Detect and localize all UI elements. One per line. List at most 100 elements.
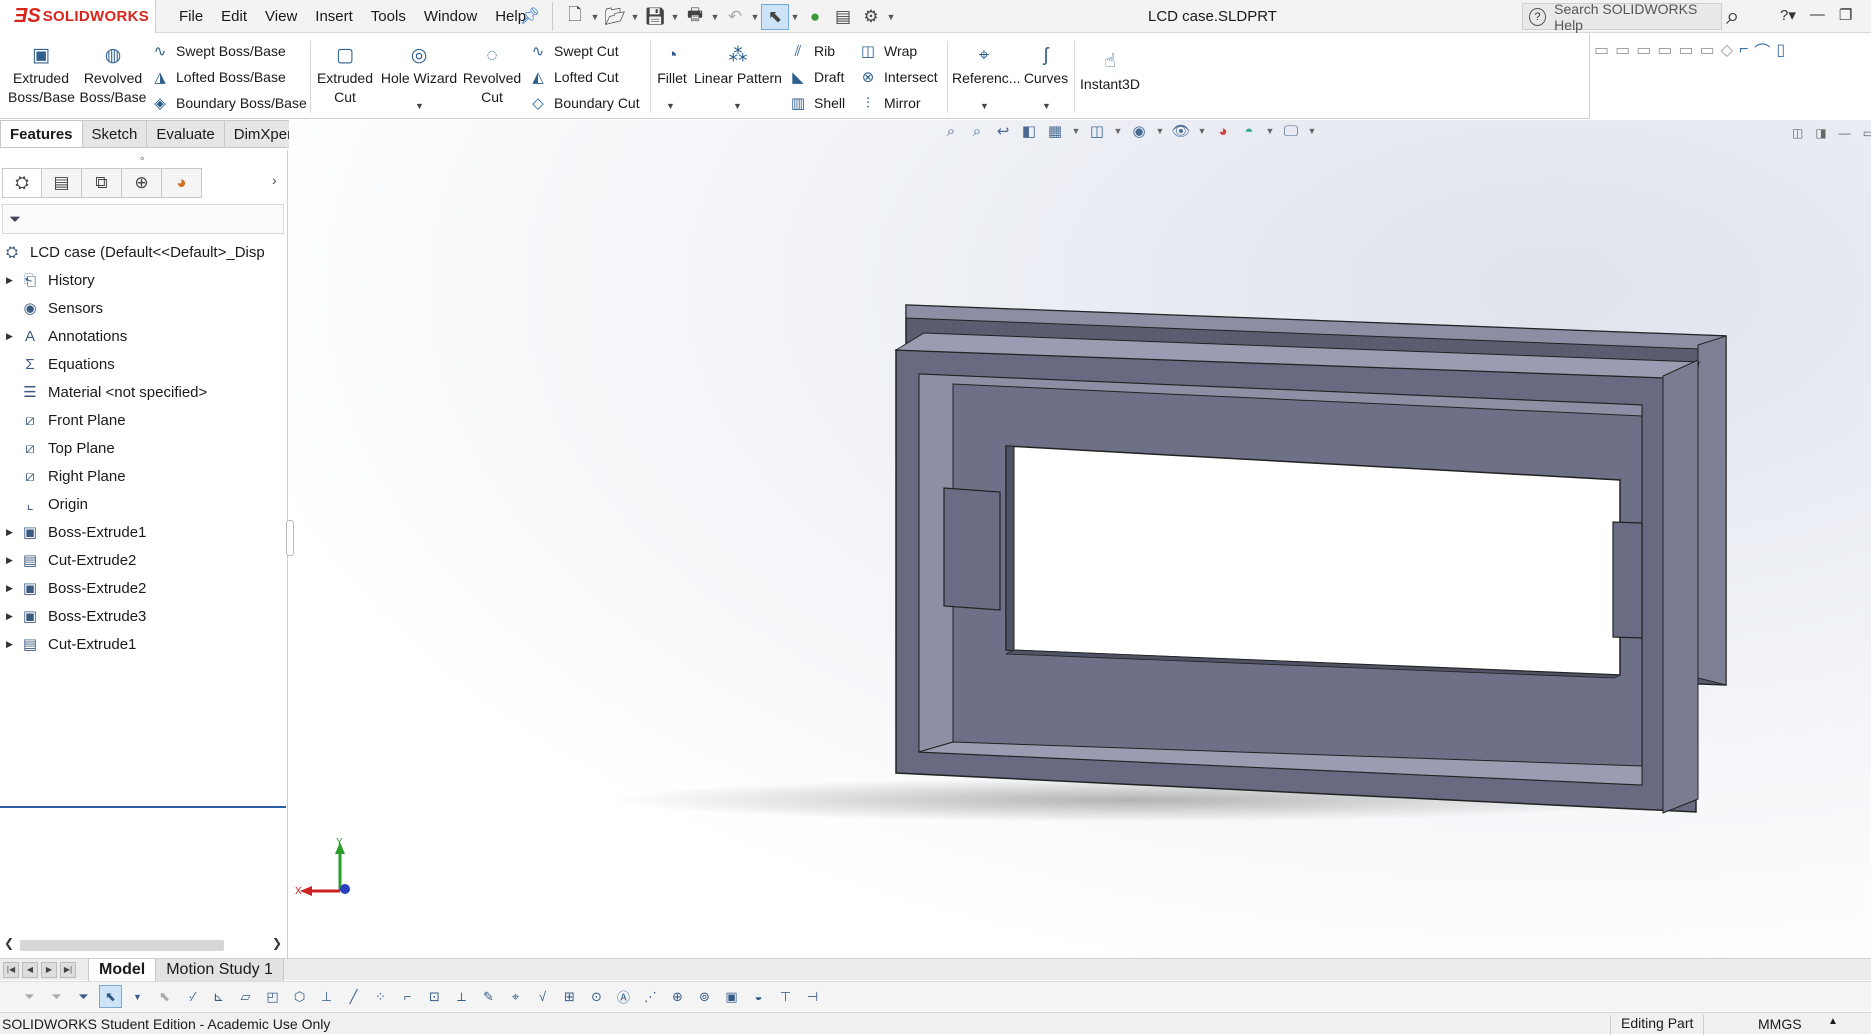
- tab-sketch[interactable]: Sketch: [82, 120, 148, 148]
- unit-system[interactable]: MMGS: [1758, 1016, 1802, 1032]
- tab-evaluate[interactable]: Evaluate: [147, 120, 225, 148]
- scene-dropdown-icon[interactable]: ▼: [1264, 126, 1276, 136]
- extruded-cut-button[interactable]: ▢ Extruded Cut: [316, 43, 374, 107]
- extruded-boss-button[interactable]: ▣ Extruded Boss/Base: [8, 43, 75, 107]
- linear-pattern-dropdown-icon[interactable]: ▼: [733, 101, 742, 111]
- tree-item-history[interactable]: ▶ ⎗ History: [0, 266, 288, 294]
- rib-button[interactable]: ⫽ Rib: [788, 39, 835, 63]
- viewport-split-icon[interactable]: ◫: [1792, 126, 1803, 140]
- rollback-bar[interactable]: [0, 806, 286, 808]
- view-settings-dropdown-icon[interactable]: ▼: [1306, 126, 1318, 136]
- filter-sketch-segments-icon[interactable]: ⌐: [396, 985, 419, 1008]
- swept-cut-button[interactable]: ∿ Swept Cut: [528, 39, 619, 63]
- hole-wizard-dropdown-icon[interactable]: ▼: [415, 101, 424, 111]
- undo-dropdown-icon[interactable]: ▼: [749, 12, 761, 22]
- orientation-dropdown-icon[interactable]: ▼: [1112, 126, 1124, 136]
- revolved-boss-button[interactable]: ◍ Revolved Boss/Base: [78, 43, 148, 107]
- viewport-minimize-icon[interactable]: —: [1839, 126, 1851, 140]
- menu-insert[interactable]: Insert: [306, 8, 362, 25]
- propertymanager-tab-icon[interactable]: ▤: [42, 168, 82, 198]
- display-dropdown-icon[interactable]: ▼: [1154, 126, 1166, 136]
- view-right-icon[interactable]: ▭: [1657, 40, 1672, 60]
- sketch-line-icon[interactable]: ⌐: [1739, 41, 1748, 59]
- menu-edit[interactable]: Edit: [212, 8, 256, 25]
- tree-item-sensors[interactable]: ◉ Sensors: [0, 294, 288, 322]
- panel-grip-icon[interactable]: ⚬: [138, 154, 146, 165]
- featuremanager-tab-icon[interactable]: ⛭: [2, 168, 42, 198]
- tree-item-top-plane[interactable]: ⧄ Top Plane: [0, 434, 288, 462]
- panel-splitter-handle[interactable]: [286, 520, 294, 556]
- filter-dimensions-icon[interactable]: ⟂: [450, 985, 473, 1008]
- fillet-button[interactable]: ◔ Fillet: [654, 43, 690, 88]
- dimxpertmanager-tab-icon[interactable]: ⊕: [122, 168, 162, 198]
- expand-arrow-icon[interactable]: ▶: [6, 527, 16, 538]
- tree-item-boss-extrude2[interactable]: ▶ ▣ Boss-Extrude2: [0, 574, 288, 602]
- units-dropdown-icon[interactable]: ▲: [1828, 1016, 1838, 1027]
- expand-arrow-icon[interactable]: ▶: [6, 583, 16, 594]
- tab-motion-study[interactable]: Motion Study 1: [156, 958, 284, 981]
- expand-arrow-icon[interactable]: ▶: [6, 275, 16, 286]
- tree-item-boss-extrude1[interactable]: ▶ ▣ Boss-Extrude1: [0, 518, 288, 546]
- hide-show-items-icon[interactable]: 👁︎: [1170, 122, 1192, 140]
- graphics-area[interactable]: [289, 120, 1871, 958]
- expand-arrow-icon[interactable]: ▶: [6, 555, 16, 566]
- scroll-right-icon[interactable]: ❯: [272, 936, 282, 950]
- view-top-icon[interactable]: ▭: [1679, 40, 1694, 60]
- filter-select-icon[interactable]: ⬉: [99, 985, 122, 1008]
- viewport-restore-icon[interactable]: ▭: [1863, 126, 1871, 140]
- tab-prev-icon[interactable]: ◀: [22, 961, 38, 978]
- linear-pattern-button[interactable]: ⁂ Linear Pattern: [694, 43, 782, 88]
- rebuild-traffic-light-icon[interactable]: ●: [801, 4, 829, 30]
- view-left-icon[interactable]: ▭: [1636, 40, 1651, 60]
- display-style-icon[interactable]: ◉: [1128, 122, 1150, 140]
- view-orientation-icon[interactable]: ◫: [1086, 122, 1108, 140]
- section-view-icon[interactable]: ◧: [1018, 122, 1040, 140]
- tree-root-part[interactable]: ⛭ LCD case (Default<<Default>_Disp: [0, 238, 288, 266]
- revolved-cut-button[interactable]: ◌ Revolved Cut: [462, 43, 522, 107]
- zoom-to-fit-icon[interactable]: ⌕: [940, 123, 962, 140]
- new-dropdown-icon[interactable]: ▼: [589, 12, 601, 22]
- edit-appearance-icon[interactable]: ◕: [1212, 123, 1234, 140]
- mirror-button[interactable]: ⫶ Mirror: [858, 91, 920, 115]
- filter-center-mark-icon[interactable]: ⊕: [666, 985, 689, 1008]
- filter-blocks-icon[interactable]: ▣: [720, 985, 743, 1008]
- tree-item-origin[interactable]: ⌞ Origin: [0, 490, 288, 518]
- pin-menu-icon[interactable]: 📌︎: [520, 6, 540, 26]
- filter-points-icon[interactable]: ⁘: [369, 985, 392, 1008]
- filter-datum-icon[interactable]: ⊙: [585, 985, 608, 1008]
- filter-vertices-icon[interactable]: ·⁄: [180, 985, 203, 1008]
- view-settings-icon[interactable]: 🖵: [1280, 123, 1302, 140]
- filter-gtol-icon[interactable]: ⊞: [558, 985, 581, 1008]
- options-gear-icon[interactable]: ⚙: [857, 4, 885, 30]
- reference-dropdown-icon[interactable]: ▼: [980, 101, 989, 111]
- zoom-area-icon[interactable]: ⌕: [966, 123, 988, 140]
- filter-reference-icon[interactable]: ◒: [747, 985, 770, 1008]
- print-dropdown-icon[interactable]: ▼: [709, 12, 721, 22]
- select-pointer-icon[interactable]: ⬉: [761, 3, 789, 30]
- wrap-button[interactable]: ◫ Wrap: [858, 39, 917, 63]
- tree-horizontal-scrollbar[interactable]: ❮ ❯: [0, 936, 288, 954]
- filter-all-icon[interactable]: ⏷: [72, 985, 95, 1008]
- filter-solid-icon[interactable]: ⬡: [288, 985, 311, 1008]
- fillet-dropdown-icon[interactable]: ▼: [666, 101, 675, 111]
- instant3d-button[interactable]: ☝ Instant3D: [1078, 49, 1142, 94]
- menu-window[interactable]: Window: [415, 8, 486, 25]
- filter-dropdown-icon[interactable]: ▼: [126, 985, 149, 1008]
- filter-planes-icon[interactable]: ╱: [342, 985, 365, 1008]
- part-model[interactable]: [289, 120, 1871, 958]
- print-icon[interactable]: 🖶: [681, 4, 709, 30]
- help-search-box[interactable]: ? Search SOLIDWORKS Help: [1522, 1, 1722, 33]
- previous-view-icon[interactable]: ↩: [992, 122, 1014, 140]
- tree-item-right-plane[interactable]: ⧄ Right Plane: [0, 462, 288, 490]
- lofted-boss-button[interactable]: ◮ Lofted Boss/Base: [150, 65, 286, 89]
- restore-icon[interactable]: ❐: [1839, 6, 1852, 24]
- expand-arrow-icon[interactable]: ▶: [6, 331, 16, 342]
- tab-features[interactable]: Features: [0, 120, 83, 148]
- filter-clear-icon[interactable]: ⏷: [45, 985, 68, 1008]
- search-magnifier-icon[interactable]: ⌕: [1726, 3, 1739, 31]
- hide-show-dropdown-icon[interactable]: ▼: [1196, 126, 1208, 136]
- filter-lasso-icon[interactable]: ⬉: [153, 985, 176, 1008]
- reference-geometry-button[interactable]: ⌖ Referenc...: [952, 43, 1020, 88]
- swept-boss-button[interactable]: ∿ Swept Boss/Base: [150, 39, 286, 63]
- menu-tools[interactable]: Tools: [362, 8, 415, 25]
